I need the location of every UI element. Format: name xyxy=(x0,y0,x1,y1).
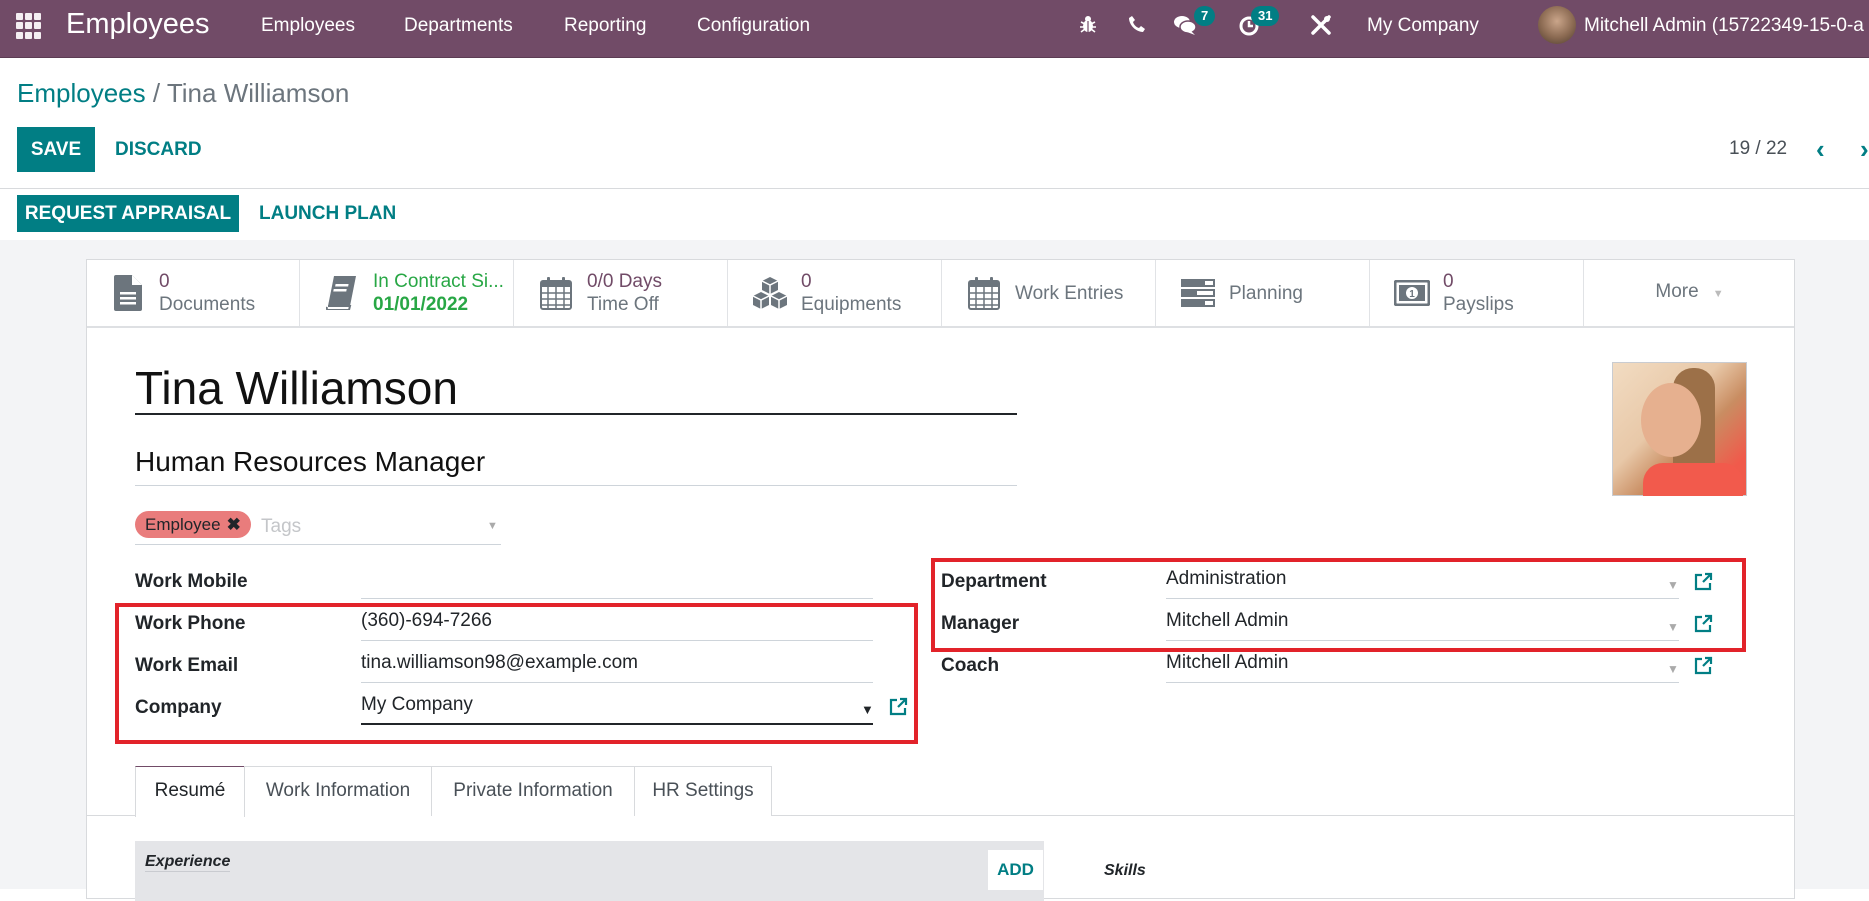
form-sheet: 0 Documents In Contract Si... 01/01/2022 0… xyxy=(86,259,1795,901)
stat-value: 0 xyxy=(159,271,170,292)
launch-plan-button[interactable]: LAUNCH PLAN xyxy=(259,203,396,225)
stat-label: Work Entries xyxy=(1015,282,1124,304)
menu-configuration[interactable]: Configuration xyxy=(697,15,810,37)
notebook-tabs: Resumé Work Information Private Informat… xyxy=(87,766,1794,817)
employee-photo[interactable] xyxy=(1612,362,1747,496)
skills-heading: Skills xyxy=(1104,862,1146,879)
stat-button-work-entries[interactable]: Work Entries xyxy=(943,260,1156,326)
stat-button-time-off[interactable]: 0/0 Days Time Off xyxy=(515,260,728,326)
tab-resume[interactable]: Resumé xyxy=(135,766,245,817)
pager-previous-icon[interactable]: ‹ xyxy=(1816,134,1825,165)
stat-button-payslips[interactable]: 1 0 Payslips xyxy=(1371,260,1584,326)
tab-private-information[interactable]: Private Information xyxy=(431,766,635,816)
cubes-icon xyxy=(751,274,789,312)
tools-icon[interactable] xyxy=(1308,14,1334,40)
stat-value: In Contract Si... xyxy=(373,271,504,292)
tags-underline xyxy=(135,544,501,545)
stat-label: Time Off xyxy=(587,294,659,315)
menu-employees[interactable]: Employees xyxy=(261,15,355,37)
experience-heading: Experience xyxy=(145,853,231,872)
tag-label: Employee xyxy=(145,515,221,534)
employee-name-input[interactable]: Tina Williamson xyxy=(135,365,1017,415)
caret-down-icon: ▼ xyxy=(1712,288,1724,300)
stat-label: Payslips xyxy=(1443,294,1514,315)
coach-external-link-icon[interactable] xyxy=(1693,656,1713,676)
remove-tag-icon[interactable]: ✖ xyxy=(227,515,241,534)
discard-button[interactable]: DISCARD xyxy=(115,139,202,161)
stat-label: More xyxy=(1655,281,1699,302)
job-title-input[interactable]: Human Resources Manager xyxy=(135,446,1017,486)
breadcrumb: Employees / Tina Williamson xyxy=(17,78,349,109)
stat-value: 0/0 Days xyxy=(587,271,662,292)
menu-departments[interactable]: Departments xyxy=(404,15,513,37)
document-icon xyxy=(109,274,147,312)
stat-buttons-border xyxy=(87,326,1794,328)
stat-label: Equipments xyxy=(801,294,902,315)
stat-label: Planning xyxy=(1229,282,1303,304)
activities-count-badge: 31 xyxy=(1251,6,1280,26)
money-icon: 1 xyxy=(1393,274,1431,312)
tags-dropdown-icon[interactable]: ▼ xyxy=(487,520,498,532)
svg-text:1: 1 xyxy=(1409,289,1415,300)
request-appraisal-button[interactable]: REQUEST APPRAISAL xyxy=(17,195,239,232)
coach-dropdown-icon[interactable]: ▼ xyxy=(1667,662,1679,676)
coach-label: Coach xyxy=(941,655,1000,676)
tag-employee: Employee ✖ xyxy=(135,511,251,538)
highlight-box-left xyxy=(115,603,918,744)
coach-select[interactable]: Mitchell Admin xyxy=(1166,647,1679,683)
save-button[interactable]: SAVE xyxy=(17,127,95,172)
work-mobile-input[interactable] xyxy=(361,563,873,599)
calendar-icon xyxy=(965,274,1003,312)
add-experience-button[interactable]: ADD xyxy=(988,850,1043,890)
stat-button-contract[interactable]: In Contract Si... 01/01/2022 xyxy=(301,260,514,326)
breadcrumb-separator: / xyxy=(152,78,161,108)
highlight-box-right xyxy=(931,558,1746,652)
calendar-icon xyxy=(537,274,575,312)
tags-input[interactable]: Tags xyxy=(261,516,301,538)
stat-button-planning[interactable]: Planning xyxy=(1157,260,1370,326)
stat-value: 0 xyxy=(801,271,812,292)
breadcrumb-employees[interactable]: Employees xyxy=(17,78,146,108)
phone-icon[interactable] xyxy=(1124,14,1150,40)
experience-section: Experience ADD xyxy=(135,841,1044,901)
user-avatar[interactable] xyxy=(1538,6,1576,44)
work-mobile-label: Work Mobile xyxy=(135,571,248,592)
messages-count-badge: 7 xyxy=(1194,6,1216,26)
tab-hr-settings[interactable]: HR Settings xyxy=(634,766,772,816)
menu-reporting[interactable]: Reporting xyxy=(564,15,646,37)
stat-button-equipments[interactable]: 0 Equipments xyxy=(729,260,942,326)
book-icon xyxy=(323,274,361,312)
stat-button-documents[interactable]: 0 Documents xyxy=(87,260,300,326)
pager-next-icon[interactable]: › xyxy=(1860,134,1869,165)
server-icon xyxy=(1179,274,1217,312)
stat-button-more[interactable]: More ▼ xyxy=(1585,260,1794,326)
top-navbar: Employees Employees Departments Reportin… xyxy=(0,0,1869,58)
bug-icon[interactable] xyxy=(1075,14,1101,40)
stat-label: Documents xyxy=(159,294,256,315)
breadcrumb-current: Tina Williamson xyxy=(166,78,350,108)
divider xyxy=(0,188,1869,189)
tab-work-information[interactable]: Work Information xyxy=(244,766,432,816)
apps-grid-icon[interactable] xyxy=(16,13,42,39)
company-switcher[interactable]: My Company xyxy=(1367,15,1479,37)
user-menu[interactable]: Mitchell Admin (15722349-15-0-a xyxy=(1584,15,1864,37)
stat-value: 0 xyxy=(1443,271,1454,292)
pager-value[interactable]: 19 / 22 xyxy=(1729,138,1787,160)
stat-label: 01/01/2022 xyxy=(373,294,469,315)
app-title[interactable]: Employees xyxy=(66,8,209,41)
